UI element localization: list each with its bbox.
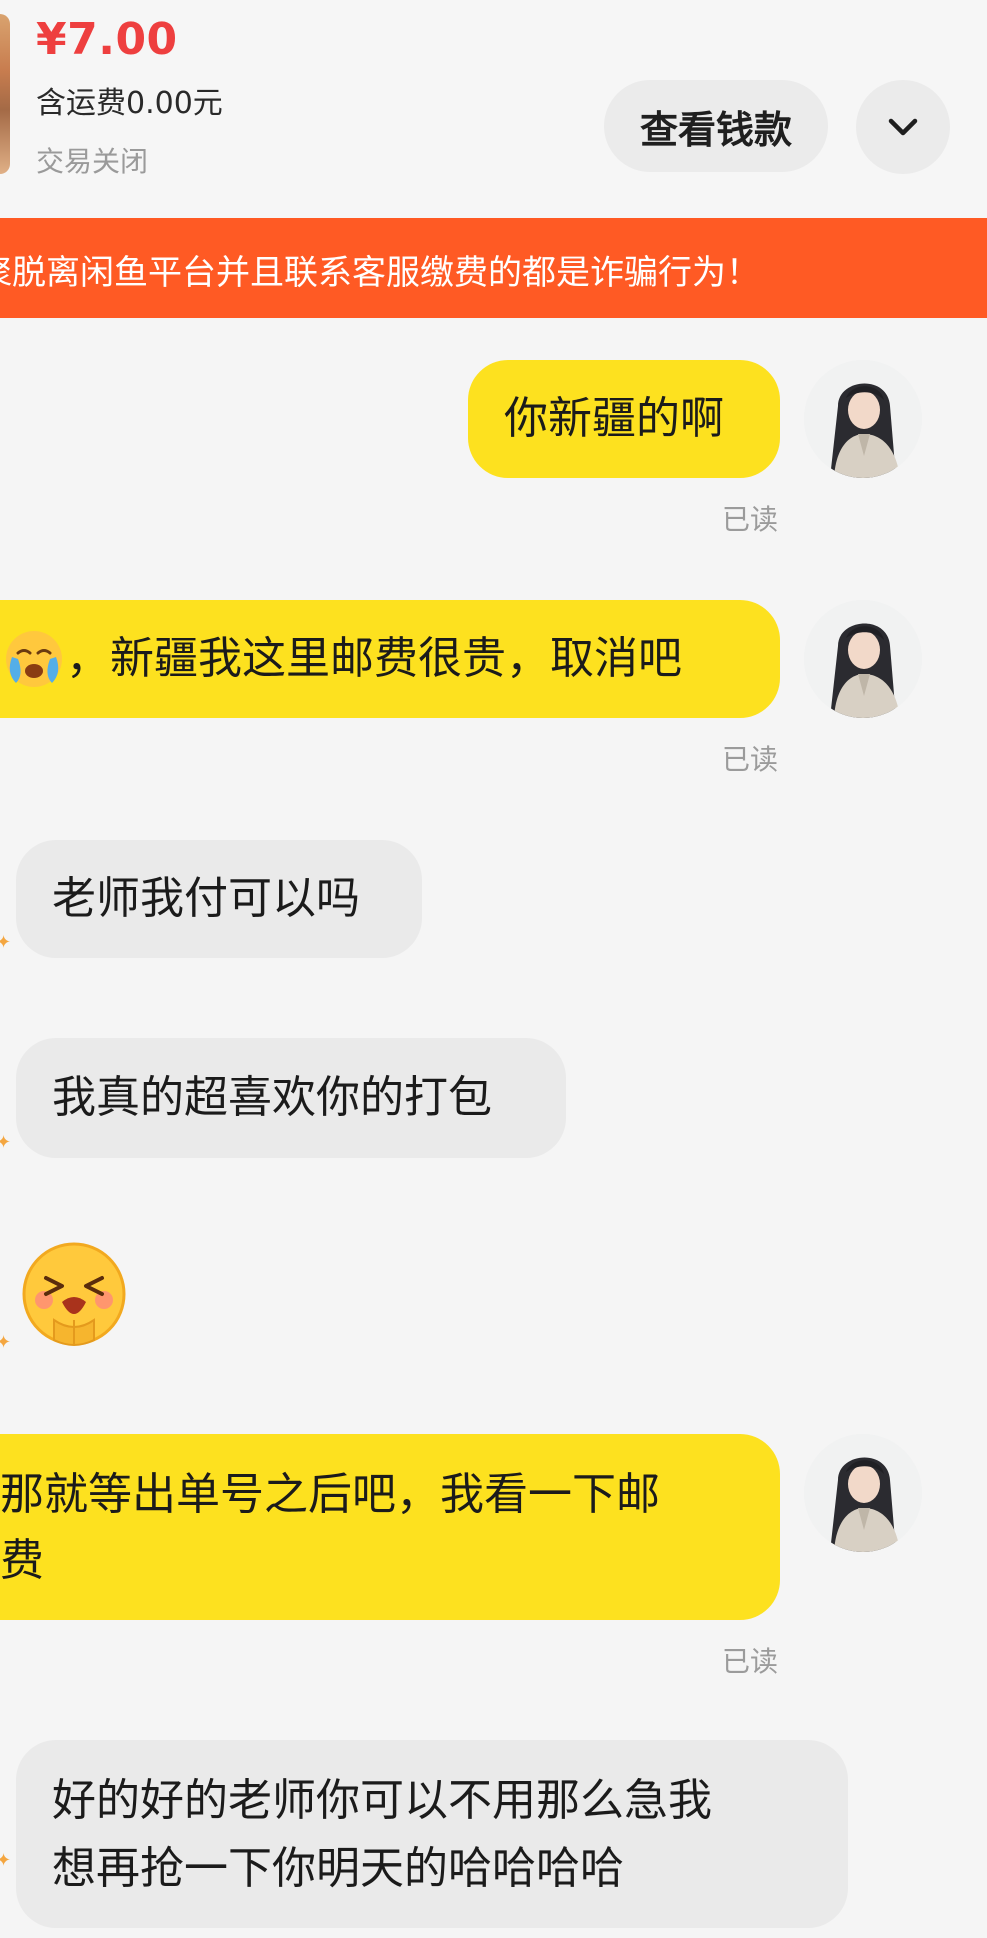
message-text-line-1: 那就等出单号之后吧，我看一下邮 [0,1469,660,1520]
message-bubble-mine[interactable]: ，新疆我这里邮费很贵，取消吧 [0,600,780,718]
pleading-emoji-icon[interactable] [18,1240,130,1352]
partner-avatar-edge: ✦ [0,1850,12,1871]
my-avatar[interactable] [804,360,922,478]
chevron-down-icon [888,118,918,136]
trade-status: 交易关闭 [36,145,149,178]
read-receipt: 已读 [722,503,779,536]
view-payment-button[interactable]: 查看钱款 [604,80,828,172]
message-bubble-mine[interactable]: 那就等出单号之后吧，我看一下邮 费 [0,1434,780,1620]
crying-emoji-icon [6,631,62,687]
avatar-portrait-icon [804,360,922,478]
message-bubble-theirs[interactable]: 老师我付可以吗 [16,840,422,958]
product-thumbnail[interactable] [0,14,10,174]
message-text-line-2: 费 [0,1535,44,1586]
my-avatar[interactable] [804,600,922,718]
message-bubble-theirs[interactable]: 好的好的老师你可以不用那么急我 想再抢一下你明天的哈哈哈哈 [16,1740,848,1928]
avatar-portrait-icon [804,600,922,718]
my-avatar[interactable] [804,1434,922,1552]
order-header: ¥7.00 含运费0.00元 交易关闭 查看钱款 [0,0,987,218]
message-bubble-mine[interactable]: 你新疆的啊 [468,360,780,478]
avatar-portrait-icon [804,1434,922,1552]
message-text: 你新疆的啊 [504,393,724,444]
shipping-fee: 含运费0.00元 [36,86,223,121]
message-text: 我真的超喜欢你的打包 [52,1072,492,1123]
message-text-line-2: 想再抢一下你明天的哈哈哈哈 [52,1843,624,1894]
partner-avatar-edge: ✦ [0,932,12,953]
read-receipt: 已读 [722,1645,779,1678]
partner-avatar-edge: ✦ [0,1332,12,1353]
fraud-warning-text: 聚脱离闲鱼平台并且联系客服缴费的都是诈骗行为！ [0,253,760,293]
message-text-line-1: 好的好的老师你可以不用那么急我 [52,1775,712,1826]
fraud-warning-banner: 聚脱离闲鱼平台并且联系客服缴费的都是诈骗行为！ [0,218,987,318]
order-price: ¥7.00 [36,14,178,65]
message-text: 老师我付可以吗 [52,873,360,924]
read-receipt: 已读 [722,743,779,776]
message-text: ，新疆我这里邮费很贵，取消吧 [66,633,682,684]
message-bubble-theirs[interactable]: 我真的超喜欢你的打包 [16,1038,566,1158]
expand-button[interactable] [856,80,950,174]
partner-avatar-edge: ✦ [0,1132,12,1153]
